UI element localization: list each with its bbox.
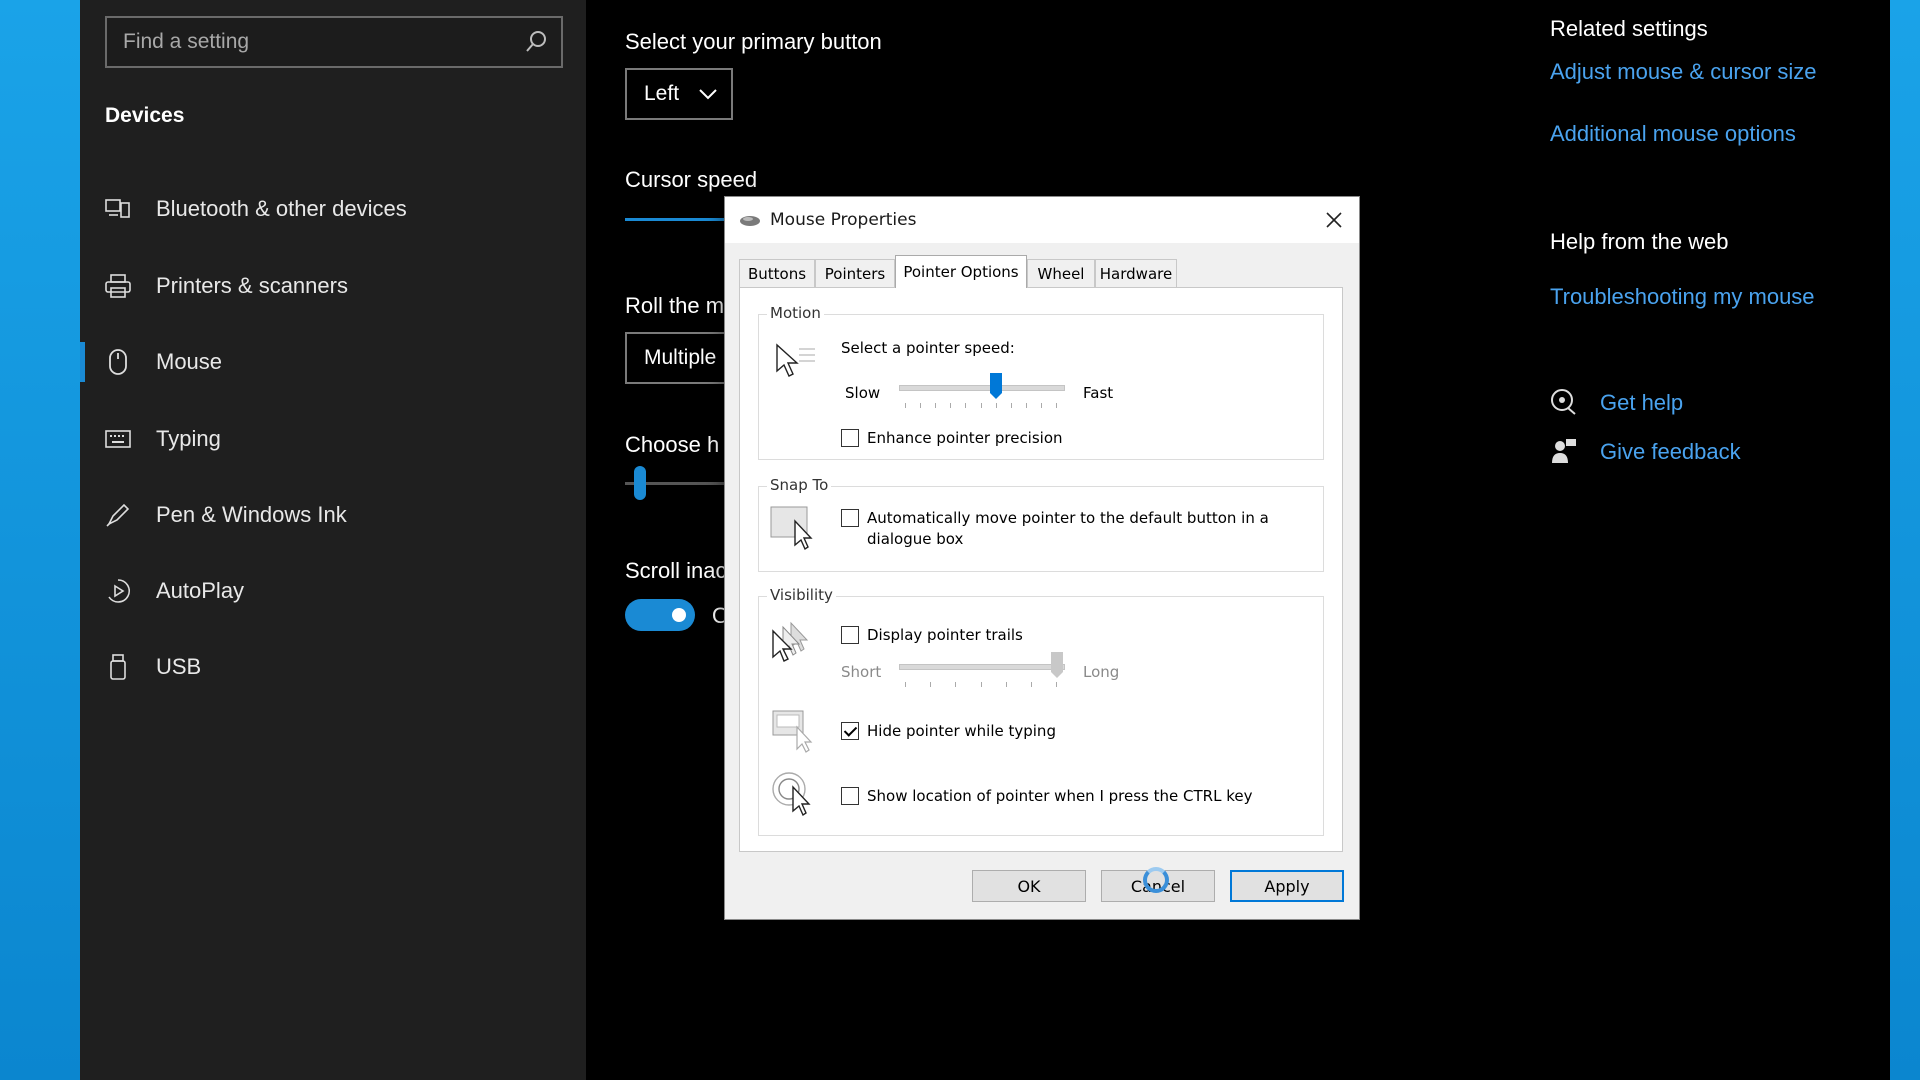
tab-buttons[interactable]: Buttons <box>739 259 815 287</box>
lines-slider-thumb[interactable] <box>634 466 646 500</box>
sidebar-item-label: Typing <box>156 426 221 451</box>
sidebar-item-typing[interactable]: Typing <box>80 409 586 469</box>
motion-group-label: Motion <box>767 304 824 322</box>
autoplay-icon <box>104 577 132 605</box>
sidebar-heading: Devices <box>105 104 185 127</box>
roll-wheel-value: Multiple <box>644 346 717 369</box>
pointer-trails-label: Display pointer trails <box>867 626 1023 644</box>
search-input[interactable] <box>107 18 561 66</box>
long-label: Long <box>1083 663 1120 681</box>
pointer-speed-icon <box>776 343 815 377</box>
snap-to-label-line2: dialogue box <box>867 530 964 548</box>
get-help-icon <box>1551 389 1576 415</box>
bluetooth-devices-icon <box>104 195 132 223</box>
adjust-cursor-size-link[interactable]: Adjust mouse & cursor size <box>1550 59 1817 85</box>
help-heading: Help from the web <box>1550 229 1729 254</box>
pointer-speed-ticks <box>905 403 1057 409</box>
sidebar-item-label: Bluetooth & other devices <box>156 196 407 221</box>
motion-group: Motion Select a pointer speed: Slow Fast… <box>758 304 1324 460</box>
show-location-checkbox[interactable] <box>841 787 859 805</box>
trail-length-ticks <box>905 682 1057 688</box>
roll-wheel-label: Roll the m <box>625 293 725 318</box>
usb-icon <box>104 653 132 681</box>
troubleshooting-link[interactable]: Troubleshooting my mouse <box>1550 284 1815 310</box>
sidebar-item-printers[interactable]: Printers & scanners <box>80 256 586 316</box>
mouse-app-icon <box>740 216 760 226</box>
lines-to-scroll-label: Choose h <box>625 432 720 457</box>
sidebar-item-pen[interactable]: Pen & Windows Ink <box>80 485 586 545</box>
hide-pointer-label: Hide pointer while typing <box>867 722 1056 740</box>
sidebar: Devices Bluetooth & other devices Printe… <box>80 0 586 1080</box>
primary-button-dropdown[interactable]: Left <box>625 68 733 120</box>
desktop-background-right <box>1890 0 1920 1080</box>
short-label: Short <box>841 663 882 681</box>
slow-label: Slow <box>845 384 881 402</box>
chevron-down-icon <box>699 89 717 100</box>
hide-pointer-icon <box>772 710 813 753</box>
trail-length-track[interactable] <box>899 664 1065 670</box>
show-location-icon <box>772 772 811 817</box>
ok-button[interactable]: OK <box>972 870 1086 902</box>
busy-cursor-icon <box>1143 867 1169 893</box>
hide-pointer-checkbox[interactable] <box>841 722 859 740</box>
pointer-speed-prompt: Select a pointer speed: <box>841 339 1015 357</box>
dialog-title: Mouse Properties <box>770 210 917 230</box>
pen-icon <box>104 501 132 529</box>
dialog-titlebar: Mouse Properties <box>725 197 1359 243</box>
scroll-inactive-toggle[interactable] <box>625 599 695 631</box>
search-box[interactable] <box>105 16 563 68</box>
get-help-link[interactable]: Get help <box>1600 390 1683 416</box>
primary-button-value: Left <box>644 82 680 105</box>
desktop-background-left <box>0 0 80 1080</box>
tab-hardware[interactable]: Hardware <box>1095 259 1177 287</box>
sidebar-item-usb[interactable]: USB <box>80 637 586 697</box>
trail-length-thumb[interactable] <box>1051 652 1063 678</box>
pointer-speed-track[interactable] <box>899 385 1065 391</box>
cursor-speed-label: Cursor speed <box>625 167 758 192</box>
give-feedback-icon <box>1552 439 1576 463</box>
mouse-icon <box>104 348 132 376</box>
tab-wheel[interactable]: Wheel <box>1027 259 1095 287</box>
enhance-precision-label: Enhance pointer precision <box>867 429 1063 447</box>
snap-to-checkbox[interactable] <box>841 509 859 527</box>
close-icon[interactable] <box>1319 205 1349 235</box>
printer-icon <box>104 272 132 300</box>
fast-label: Fast <box>1083 384 1114 402</box>
show-location-label: Show location of pointer when I press th… <box>867 787 1253 805</box>
additional-mouse-options-link[interactable]: Additional mouse options <box>1550 121 1796 147</box>
pointer-trails-icon <box>772 621 809 662</box>
tab-pointers[interactable]: Pointers <box>815 259 895 287</box>
visibility-group-label: Visibility <box>767 586 836 604</box>
sidebar-item-label: AutoPlay <box>156 578 245 603</box>
sidebar-item-bluetooth[interactable]: Bluetooth & other devices <box>80 179 586 239</box>
sidebar-item-label: Pen & Windows Ink <box>156 502 347 527</box>
apply-button[interactable]: Apply <box>1230 870 1344 902</box>
sidebar-item-label: Printers & scanners <box>156 273 348 298</box>
snap-to-label-line1: Automatically move pointer to the defaul… <box>867 509 1269 527</box>
scroll-inactive-label: Scroll inac <box>625 558 727 583</box>
enhance-precision-checkbox[interactable] <box>841 429 859 447</box>
give-feedback-link[interactable]: Give feedback <box>1600 439 1741 465</box>
snap-to-group: Snap To Automatically move pointer to th… <box>758 476 1324 572</box>
visibility-group: Visibility Display pointer trails Short … <box>758 586 1324 836</box>
cursor-speed-slider-track[interactable] <box>625 218 725 221</box>
sidebar-item-label: Mouse <box>156 349 223 374</box>
tab-pointer-options[interactable]: Pointer Options <box>895 255 1027 288</box>
search-icon[interactable] <box>523 29 549 55</box>
snap-to-icon <box>770 506 813 551</box>
mouse-properties-dialog: Mouse Properties Buttons Pointers Pointe… <box>724 196 1360 920</box>
sidebar-item-label: USB <box>156 654 202 679</box>
pointer-speed-thumb[interactable] <box>990 373 1003 399</box>
pointer-options-panel: Motion Select a pointer speed: Slow Fast… <box>739 287 1343 852</box>
snap-to-group-label: Snap To <box>767 476 832 494</box>
keyboard-icon <box>104 425 132 453</box>
related-settings-heading: Related settings <box>1550 16 1708 41</box>
primary-button-label: Select your primary button <box>625 29 882 54</box>
pointer-trails-checkbox[interactable] <box>841 626 859 644</box>
sidebar-item-autoplay[interactable]: AutoPlay <box>80 561 586 621</box>
sidebar-item-mouse[interactable]: Mouse <box>80 332 586 392</box>
